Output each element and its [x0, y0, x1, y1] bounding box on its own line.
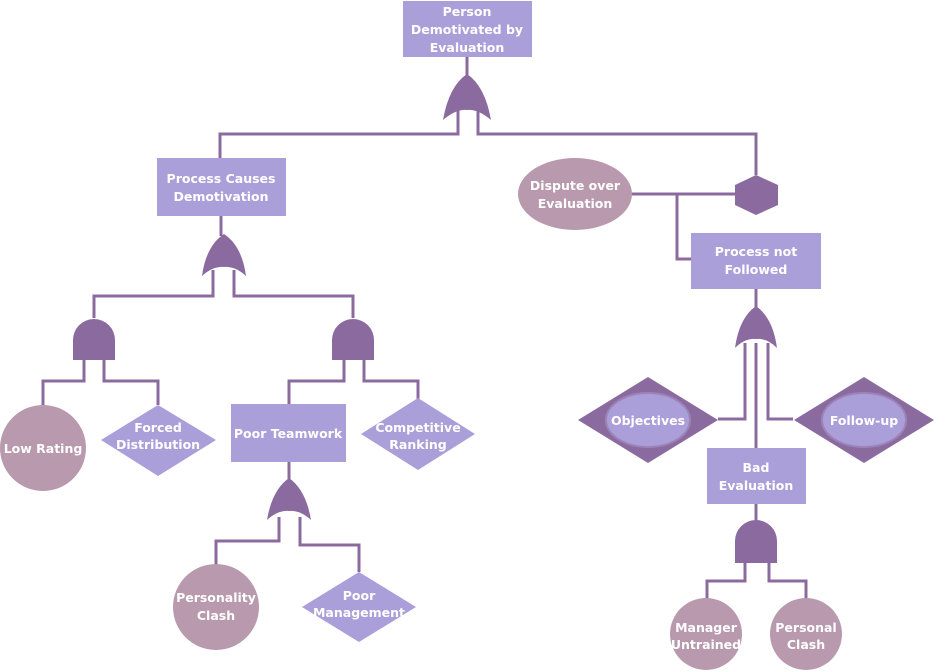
fault-tree-diagram: Person Demotivated by Evaluation Process… [0, 0, 938, 672]
node-top-event[interactable]: Person Demotivated by Evaluation [403, 1, 532, 57]
connector-inhibit-pnf [675, 194, 693, 261]
process-not-followed-label-2: Followed [725, 262, 788, 277]
node-personal-clash[interactable]: Personal Clash [770, 598, 842, 670]
node-follow-up[interactable]: Follow-up [794, 377, 934, 463]
poor-management-label-2: Management [313, 605, 405, 620]
node-poor-teamwork[interactable]: Poor Teamwork [231, 404, 346, 462]
personal-clash-label-1: Personal [775, 620, 836, 635]
and-gate-poor-teamwork[interactable] [332, 319, 374, 360]
top-event-label-2: Demotivated by [411, 22, 523, 37]
connector-or3-mgmt [298, 517, 361, 572]
node-process-not-followed[interactable]: Process not Followed [691, 233, 821, 289]
connector-or4-obj [718, 343, 747, 421]
or-gate-top[interactable] [443, 74, 491, 120]
poor-management-label-1: Poor [343, 588, 376, 603]
node-process-causes-demotivation[interactable]: Process Causes Demotivation [157, 158, 286, 216]
and-gate-low-rating[interactable] [73, 319, 115, 360]
competitive-ranking-label-2: Ranking [389, 437, 446, 452]
forced-distribution-label-1: Forced [134, 420, 182, 435]
process-causes-label-2: Demotivation [173, 189, 268, 204]
dispute-label-1: Dispute over [530, 178, 621, 193]
connector-and2-team [287, 360, 346, 404]
node-competitive-ranking[interactable]: Competitive Ranking [361, 398, 475, 470]
poor-teamwork-label: Poor Teamwork [234, 426, 343, 441]
gates [73, 74, 778, 563]
or-gate-poor-teamwork[interactable] [267, 478, 311, 520]
dispute-ellipse [518, 158, 632, 230]
low-rating-label: Low Rating [4, 441, 83, 456]
objectives-label: Objectives [611, 413, 685, 428]
process-causes-label-1: Process Causes [167, 171, 276, 186]
node-low-rating[interactable]: Low Rating [0, 405, 86, 491]
personality-clash-circle [173, 564, 259, 650]
connectors [41, 57, 808, 600]
process-causes-box [157, 158, 286, 216]
manager-untrained-label-2: Untrained [671, 637, 741, 652]
connector-and1-forced [102, 360, 160, 405]
node-bad-evaluation[interactable]: Bad Evaluation [707, 448, 806, 504]
node-forced-distribution[interactable]: Forced Distribution [101, 405, 216, 476]
personality-clash-label-1: Personality [176, 590, 256, 605]
competitive-ranking-label-1: Competitive [375, 420, 460, 435]
node-dispute-over-evaluation[interactable]: Dispute over Evaluation [518, 158, 632, 230]
bad-evaluation-box [707, 448, 806, 504]
inhibit-gate-dispute[interactable] [735, 175, 778, 215]
node-poor-management[interactable]: Poor Management [302, 572, 416, 642]
connector-or-left [218, 110, 460, 158]
connector-and3-pers [767, 563, 808, 600]
bad-evaluation-label-2: Evaluation [719, 478, 794, 493]
process-not-followed-label-1: Process not [715, 244, 798, 259]
manager-untrained-label-1: Manager [675, 620, 738, 635]
connector-and1-low [41, 360, 86, 405]
connector-or2-right [232, 270, 355, 318]
connector-and2-comp [362, 360, 420, 403]
connector-or4-follow [766, 343, 793, 421]
bad-evaluation-label-1: Bad [743, 460, 770, 475]
dispute-label-2: Evaluation [538, 196, 613, 211]
forced-distribution-label-2: Distribution [116, 437, 200, 452]
node-objectives[interactable]: Objectives [578, 377, 718, 463]
connector-or2-left [92, 270, 215, 318]
connector-and3-mgr [705, 563, 747, 600]
follow-up-label: Follow-up [830, 413, 898, 428]
node-personality-clash[interactable]: Personality Clash [173, 564, 259, 650]
node-manager-untrained[interactable]: Manager Untrained [670, 598, 742, 670]
or-gate-process-not-followed[interactable] [735, 306, 777, 348]
personality-clash-label-2: Clash [197, 608, 235, 623]
process-not-followed-box [691, 233, 821, 289]
connector-or3-pers [214, 517, 281, 565]
personal-clash-label-2: Clash [787, 637, 825, 652]
diagram-svg: Person Demotivated by Evaluation Process… [0, 1, 934, 670]
and-gate-bad-evaluation[interactable] [735, 520, 777, 563]
connector-or-right [476, 110, 758, 175]
top-event-label-1: Person [443, 4, 492, 19]
top-event-label-3: Evaluation [430, 40, 505, 55]
or-gate-process-causes[interactable] [202, 234, 246, 276]
